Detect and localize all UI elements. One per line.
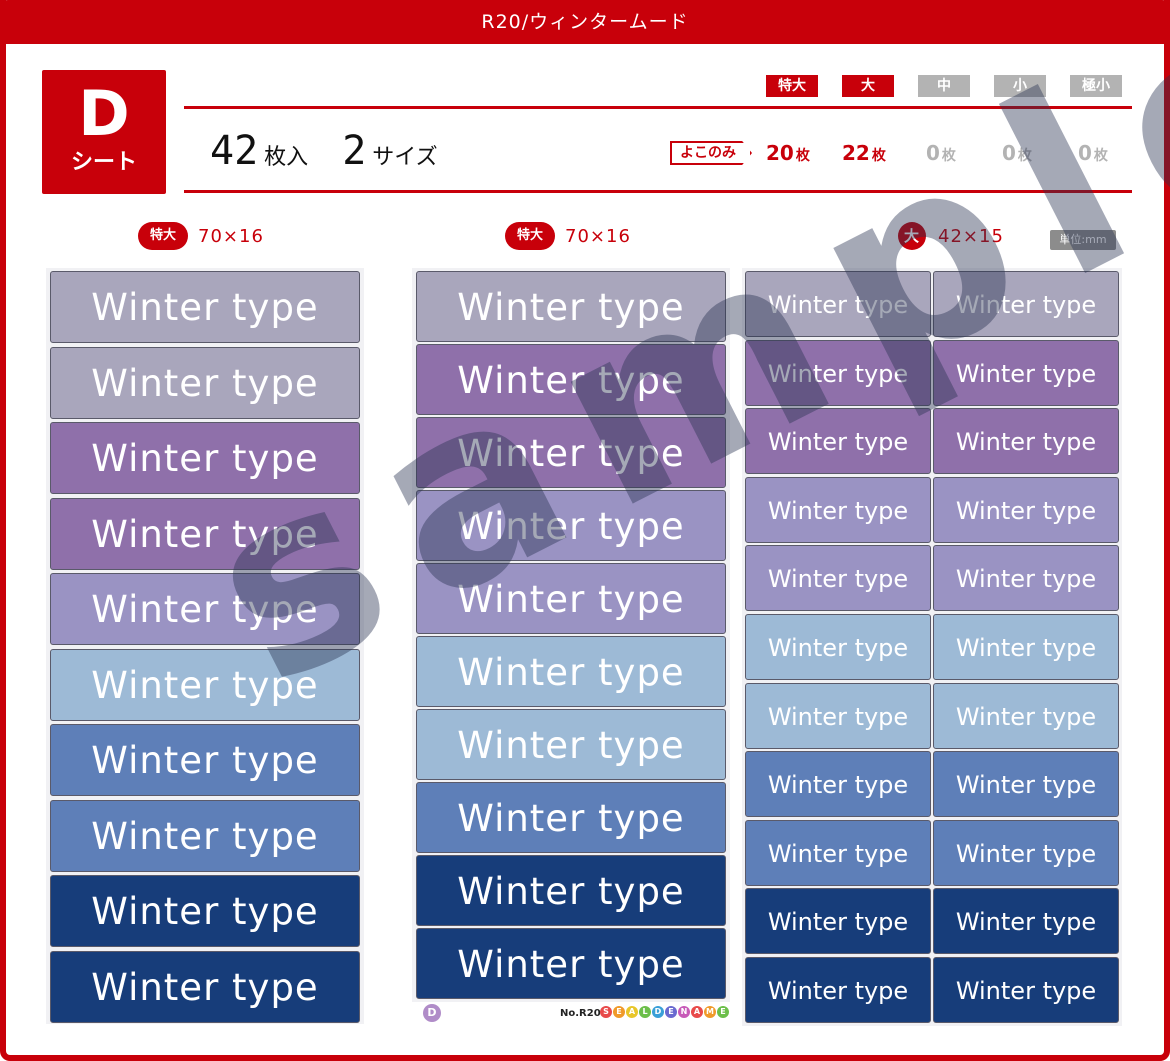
name-label: Winter type (416, 344, 726, 415)
name-label: Winter type (745, 476, 931, 543)
quantity-number: 0 (1002, 141, 1016, 165)
name-label: Winter type (933, 614, 1119, 680)
name-label: Winter type (416, 271, 726, 342)
column-1-badge: 特大 (138, 222, 188, 250)
quantity: 0枚 (1078, 140, 1108, 169)
footer-sheet-mark: D (423, 1004, 441, 1022)
name-label: Winter type (933, 957, 1119, 1023)
column-3-heading: 大 42×15 (898, 222, 1004, 250)
quantity-number: 0 (926, 141, 940, 165)
yoko-only-tag: よこのみ (670, 141, 752, 165)
name-label: Winter type (416, 490, 726, 561)
name-label: Winter type (933, 888, 1119, 955)
name-label: Winter type (745, 545, 931, 612)
quantity-unit: 枚 (871, 148, 886, 164)
quantity-unit: 枚 (1093, 148, 1108, 164)
logo-letter: M (704, 1006, 716, 1018)
size-tag: 小 (994, 75, 1046, 97)
quantity-number: 22 (842, 141, 870, 165)
brand-logo: SEALDENAME (600, 1006, 729, 1018)
sheet-counts: 42 枚入 2 サイズ (210, 128, 472, 174)
quantity-unit: 枚 (1017, 148, 1032, 164)
column-2-badge: 特大 (505, 222, 555, 250)
total-count-unit: 枚入 (264, 145, 309, 170)
total-count: 42 (210, 128, 259, 174)
name-label: Winter type (50, 497, 360, 570)
name-label: Winter type (933, 682, 1119, 749)
name-label: Winter type (50, 875, 360, 947)
logo-letter: S (600, 1006, 612, 1018)
name-label: Winter type (933, 751, 1119, 818)
name-label: Winter type (416, 928, 726, 999)
quantity-unit: 枚 (795, 148, 810, 164)
sheet-letter: D (78, 77, 130, 150)
column-3-badge: 大 (898, 222, 926, 250)
size-count: 2 (342, 128, 367, 174)
name-label: Winter type (416, 709, 726, 780)
name-label: Winter type (416, 636, 726, 707)
size-tag: 大 (842, 75, 894, 97)
name-label: Winter type (50, 422, 360, 494)
name-label: Winter type (50, 271, 360, 343)
column-1-heading: 特大 70×16 (138, 222, 264, 250)
quantity: 22 枚 (842, 140, 886, 169)
quantity: 20 枚 (766, 140, 810, 169)
name-label: Winter type (933, 545, 1119, 612)
name-label: Winter type (933, 819, 1119, 886)
name-label: Winter type (50, 799, 360, 872)
name-label: Winter type (745, 339, 931, 406)
logo-letter: D (652, 1006, 664, 1018)
name-label: Winter type (745, 682, 931, 749)
logo-letter: E (665, 1006, 677, 1018)
logo-letter: E (613, 1006, 625, 1018)
column-2-dims: 70×16 (565, 225, 631, 247)
name-label: Winter type (933, 339, 1119, 406)
header-rule-top (184, 106, 1132, 109)
name-label: Winter type (745, 888, 931, 955)
size-count-unit: サイズ (372, 145, 438, 170)
page-title: R20/ウィンタームード (0, 0, 1170, 44)
name-label: Winter type (933, 271, 1119, 337)
quantity: 0枚 (1002, 140, 1032, 169)
logo-letter: A (691, 1006, 703, 1018)
name-label: Winter type (745, 614, 931, 680)
name-label: Winter type (50, 573, 360, 645)
sheet-type-badge: D シート (42, 70, 166, 194)
name-label: Winter type (745, 408, 931, 475)
name-label: Winter type (50, 648, 360, 721)
quantity: 0枚 (926, 140, 956, 169)
column-1-dims: 70×16 (198, 225, 264, 247)
column-2-heading: 特大 70×16 (505, 222, 631, 250)
name-label: Winter type (745, 751, 931, 818)
size-tag: 極小 (1070, 75, 1122, 97)
logo-letter: E (717, 1006, 729, 1018)
name-label: Winter type (50, 950, 360, 1023)
name-label: Winter type (50, 724, 360, 796)
size-tag: 中 (918, 75, 970, 97)
name-label: Winter type (416, 417, 726, 488)
size-tag: 特大 (766, 75, 818, 97)
name-label: Winter type (933, 408, 1119, 475)
name-label: Winter type (416, 782, 726, 853)
footer-product-no: No.R20 (560, 1008, 601, 1019)
name-label: Winter type (745, 819, 931, 886)
unit-note: 単位:mm (1050, 230, 1116, 250)
logo-letter: A (626, 1006, 638, 1018)
name-label: Winter type (933, 476, 1119, 543)
name-label: Winter type (416, 855, 726, 926)
name-label: Winter type (745, 271, 931, 337)
quantity-unit: 枚 (941, 148, 956, 164)
name-label: Winter type (416, 563, 726, 634)
column-3-dims: 42×15 (938, 225, 1004, 247)
logo-letter: L (639, 1006, 651, 1018)
quantity-number: 0 (1078, 141, 1092, 165)
name-label: Winter type (745, 957, 931, 1023)
logo-letter: N (678, 1006, 690, 1018)
header-rule-bottom (184, 190, 1132, 193)
name-label: Winter type (50, 346, 360, 419)
sheet-word: シート (70, 150, 137, 175)
quantity-number: 20 (766, 141, 794, 165)
